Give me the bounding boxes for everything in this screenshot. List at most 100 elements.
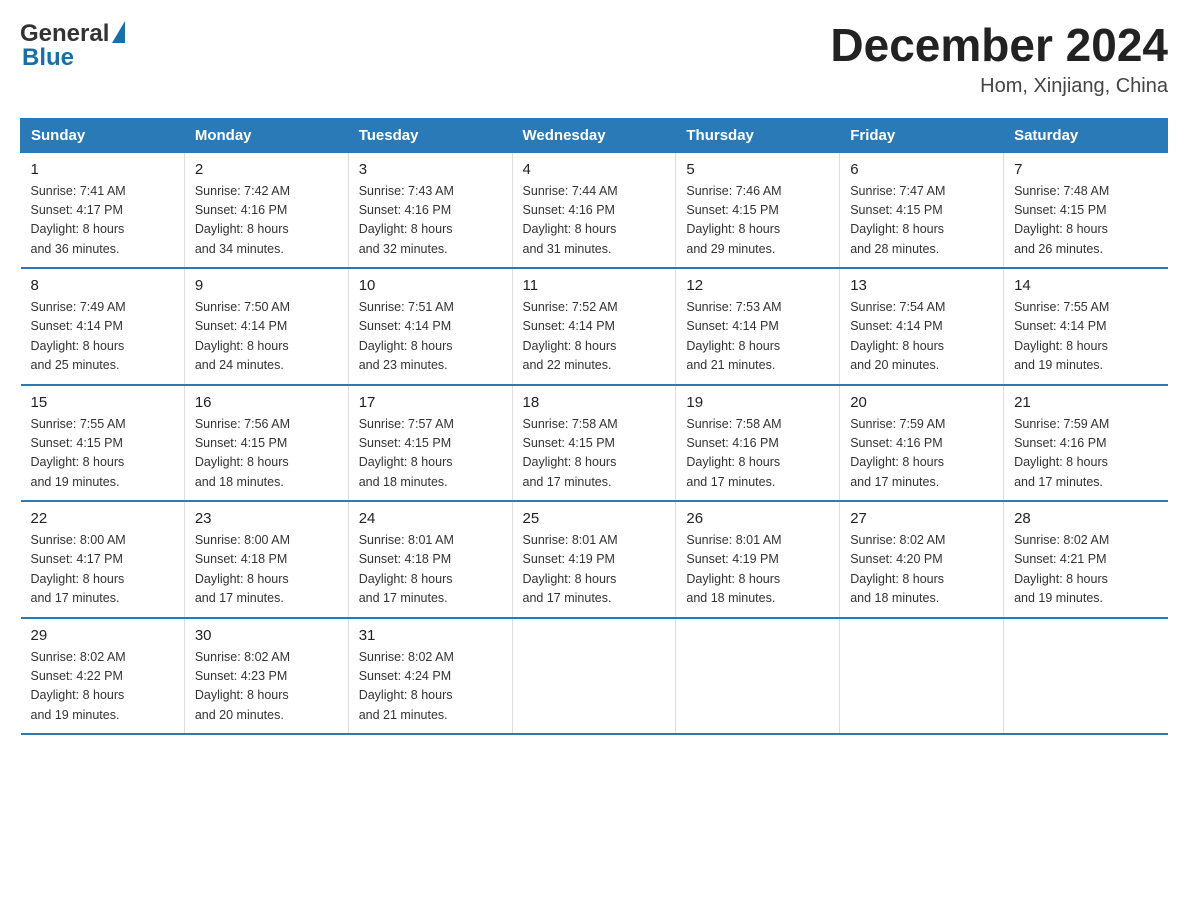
day-info: Sunrise: 7:41 AM Sunset: 4:17 PM Dayligh… <box>31 182 174 260</box>
calendar-day-cell: 30 Sunrise: 8:02 AM Sunset: 4:23 PM Dayl… <box>184 618 348 735</box>
day-number: 4 <box>523 161 666 178</box>
day-number: 5 <box>686 161 829 178</box>
day-info: Sunrise: 8:02 AM Sunset: 4:21 PM Dayligh… <box>1014 531 1157 609</box>
day-info: Sunrise: 7:49 AM Sunset: 4:14 PM Dayligh… <box>31 298 174 376</box>
calendar-day-cell: 19 Sunrise: 7:58 AM Sunset: 4:16 PM Dayl… <box>676 385 840 502</box>
col-tuesday: Tuesday <box>348 118 512 152</box>
day-info: Sunrise: 8:01 AM Sunset: 4:18 PM Dayligh… <box>359 531 502 609</box>
day-number: 16 <box>195 394 338 411</box>
day-number: 29 <box>31 627 174 644</box>
calendar-day-cell: 29 Sunrise: 8:02 AM Sunset: 4:22 PM Dayl… <box>21 618 185 735</box>
day-number: 20 <box>850 394 993 411</box>
month-year-title: December 2024 <box>830 20 1168 71</box>
page-header: General Blue December 2024 Hom, Xinjiang… <box>20 20 1168 98</box>
day-info: Sunrise: 7:58 AM Sunset: 4:16 PM Dayligh… <box>686 415 829 493</box>
calendar-day-cell: 5 Sunrise: 7:46 AM Sunset: 4:15 PM Dayli… <box>676 152 840 268</box>
calendar-day-cell: 24 Sunrise: 8:01 AM Sunset: 4:18 PM Dayl… <box>348 501 512 618</box>
calendar-day-cell: 20 Sunrise: 7:59 AM Sunset: 4:16 PM Dayl… <box>840 385 1004 502</box>
calendar-day-cell <box>512 618 676 735</box>
calendar-day-cell: 3 Sunrise: 7:43 AM Sunset: 4:16 PM Dayli… <box>348 152 512 268</box>
day-info: Sunrise: 7:59 AM Sunset: 4:16 PM Dayligh… <box>1014 415 1157 493</box>
calendar-day-cell: 21 Sunrise: 7:59 AM Sunset: 4:16 PM Dayl… <box>1004 385 1168 502</box>
day-number: 17 <box>359 394 502 411</box>
calendar-day-cell: 18 Sunrise: 7:58 AM Sunset: 4:15 PM Dayl… <box>512 385 676 502</box>
day-number: 1 <box>31 161 174 178</box>
col-saturday: Saturday <box>1004 118 1168 152</box>
logo-triangle-icon <box>112 21 125 43</box>
calendar-day-cell: 8 Sunrise: 7:49 AM Sunset: 4:14 PM Dayli… <box>21 268 185 385</box>
day-number: 3 <box>359 161 502 178</box>
day-info: Sunrise: 7:51 AM Sunset: 4:14 PM Dayligh… <box>359 298 502 376</box>
day-info: Sunrise: 7:58 AM Sunset: 4:15 PM Dayligh… <box>523 415 666 493</box>
day-number: 13 <box>850 277 993 294</box>
calendar-week-row: 8 Sunrise: 7:49 AM Sunset: 4:14 PM Dayli… <box>21 268 1168 385</box>
calendar-day-cell: 9 Sunrise: 7:50 AM Sunset: 4:14 PM Dayli… <box>184 268 348 385</box>
calendar-day-cell: 23 Sunrise: 8:00 AM Sunset: 4:18 PM Dayl… <box>184 501 348 618</box>
day-number: 18 <box>523 394 666 411</box>
calendar-week-row: 22 Sunrise: 8:00 AM Sunset: 4:17 PM Dayl… <box>21 501 1168 618</box>
day-info: Sunrise: 7:42 AM Sunset: 4:16 PM Dayligh… <box>195 182 338 260</box>
calendar-week-row: 1 Sunrise: 7:41 AM Sunset: 4:17 PM Dayli… <box>21 152 1168 268</box>
day-info: Sunrise: 7:52 AM Sunset: 4:14 PM Dayligh… <box>523 298 666 376</box>
day-info: Sunrise: 7:53 AM Sunset: 4:14 PM Dayligh… <box>686 298 829 376</box>
day-number: 2 <box>195 161 338 178</box>
day-info: Sunrise: 7:44 AM Sunset: 4:16 PM Dayligh… <box>523 182 666 260</box>
calendar-day-cell: 25 Sunrise: 8:01 AM Sunset: 4:19 PM Dayl… <box>512 501 676 618</box>
day-info: Sunrise: 7:55 AM Sunset: 4:14 PM Dayligh… <box>1014 298 1157 376</box>
day-info: Sunrise: 7:59 AM Sunset: 4:16 PM Dayligh… <box>850 415 993 493</box>
day-info: Sunrise: 7:46 AM Sunset: 4:15 PM Dayligh… <box>686 182 829 260</box>
day-info: Sunrise: 8:02 AM Sunset: 4:20 PM Dayligh… <box>850 531 993 609</box>
day-number: 12 <box>686 277 829 294</box>
day-info: Sunrise: 8:02 AM Sunset: 4:22 PM Dayligh… <box>31 648 174 726</box>
day-info: Sunrise: 8:01 AM Sunset: 4:19 PM Dayligh… <box>523 531 666 609</box>
calendar-header: Sunday Monday Tuesday Wednesday Thursday… <box>21 118 1168 152</box>
calendar-day-cell: 10 Sunrise: 7:51 AM Sunset: 4:14 PM Dayl… <box>348 268 512 385</box>
calendar-day-cell: 17 Sunrise: 7:57 AM Sunset: 4:15 PM Dayl… <box>348 385 512 502</box>
calendar-day-cell: 2 Sunrise: 7:42 AM Sunset: 4:16 PM Dayli… <box>184 152 348 268</box>
calendar-day-cell: 6 Sunrise: 7:47 AM Sunset: 4:15 PM Dayli… <box>840 152 1004 268</box>
calendar-day-cell: 26 Sunrise: 8:01 AM Sunset: 4:19 PM Dayl… <box>676 501 840 618</box>
day-info: Sunrise: 7:43 AM Sunset: 4:16 PM Dayligh… <box>359 182 502 260</box>
calendar-day-cell: 15 Sunrise: 7:55 AM Sunset: 4:15 PM Dayl… <box>21 385 185 502</box>
calendar-week-row: 29 Sunrise: 8:02 AM Sunset: 4:22 PM Dayl… <box>21 618 1168 735</box>
day-number: 11 <box>523 277 666 294</box>
day-info: Sunrise: 8:00 AM Sunset: 4:18 PM Dayligh… <box>195 531 338 609</box>
day-number: 14 <box>1014 277 1157 294</box>
col-monday: Monday <box>184 118 348 152</box>
calendar-day-cell: 11 Sunrise: 7:52 AM Sunset: 4:14 PM Dayl… <box>512 268 676 385</box>
day-info: Sunrise: 7:54 AM Sunset: 4:14 PM Dayligh… <box>850 298 993 376</box>
logo-blue-text: Blue <box>22 44 74 72</box>
calendar-day-cell: 13 Sunrise: 7:54 AM Sunset: 4:14 PM Dayl… <box>840 268 1004 385</box>
day-number: 31 <box>359 627 502 644</box>
calendar-day-cell: 22 Sunrise: 8:00 AM Sunset: 4:17 PM Dayl… <box>21 501 185 618</box>
day-info: Sunrise: 7:47 AM Sunset: 4:15 PM Dayligh… <box>850 182 993 260</box>
calendar-day-cell: 7 Sunrise: 7:48 AM Sunset: 4:15 PM Dayli… <box>1004 152 1168 268</box>
calendar-day-cell: 12 Sunrise: 7:53 AM Sunset: 4:14 PM Dayl… <box>676 268 840 385</box>
col-sunday: Sunday <box>21 118 185 152</box>
calendar-day-cell: 31 Sunrise: 8:02 AM Sunset: 4:24 PM Dayl… <box>348 618 512 735</box>
calendar-day-cell: 16 Sunrise: 7:56 AM Sunset: 4:15 PM Dayl… <box>184 385 348 502</box>
header-row: Sunday Monday Tuesday Wednesday Thursday… <box>21 118 1168 152</box>
day-number: 7 <box>1014 161 1157 178</box>
calendar-day-cell <box>840 618 1004 735</box>
day-info: Sunrise: 7:55 AM Sunset: 4:15 PM Dayligh… <box>31 415 174 493</box>
calendar-table: Sunday Monday Tuesday Wednesday Thursday… <box>20 118 1168 736</box>
day-number: 8 <box>31 277 174 294</box>
day-number: 6 <box>850 161 993 178</box>
day-info: Sunrise: 8:02 AM Sunset: 4:23 PM Dayligh… <box>195 648 338 726</box>
day-info: Sunrise: 7:56 AM Sunset: 4:15 PM Dayligh… <box>195 415 338 493</box>
location-subtitle: Hom, Xinjiang, China <box>830 75 1168 98</box>
col-friday: Friday <box>840 118 1004 152</box>
day-number: 25 <box>523 510 666 527</box>
day-info: Sunrise: 7:57 AM Sunset: 4:15 PM Dayligh… <box>359 415 502 493</box>
calendar-week-row: 15 Sunrise: 7:55 AM Sunset: 4:15 PM Dayl… <box>21 385 1168 502</box>
col-thursday: Thursday <box>676 118 840 152</box>
day-number: 19 <box>686 394 829 411</box>
day-number: 27 <box>850 510 993 527</box>
title-block: December 2024 Hom, Xinjiang, China <box>830 20 1168 98</box>
calendar-day-cell: 4 Sunrise: 7:44 AM Sunset: 4:16 PM Dayli… <box>512 152 676 268</box>
calendar-day-cell: 14 Sunrise: 7:55 AM Sunset: 4:14 PM Dayl… <box>1004 268 1168 385</box>
day-info: Sunrise: 7:48 AM Sunset: 4:15 PM Dayligh… <box>1014 182 1157 260</box>
calendar-day-cell: 1 Sunrise: 7:41 AM Sunset: 4:17 PM Dayli… <box>21 152 185 268</box>
day-number: 26 <box>686 510 829 527</box>
